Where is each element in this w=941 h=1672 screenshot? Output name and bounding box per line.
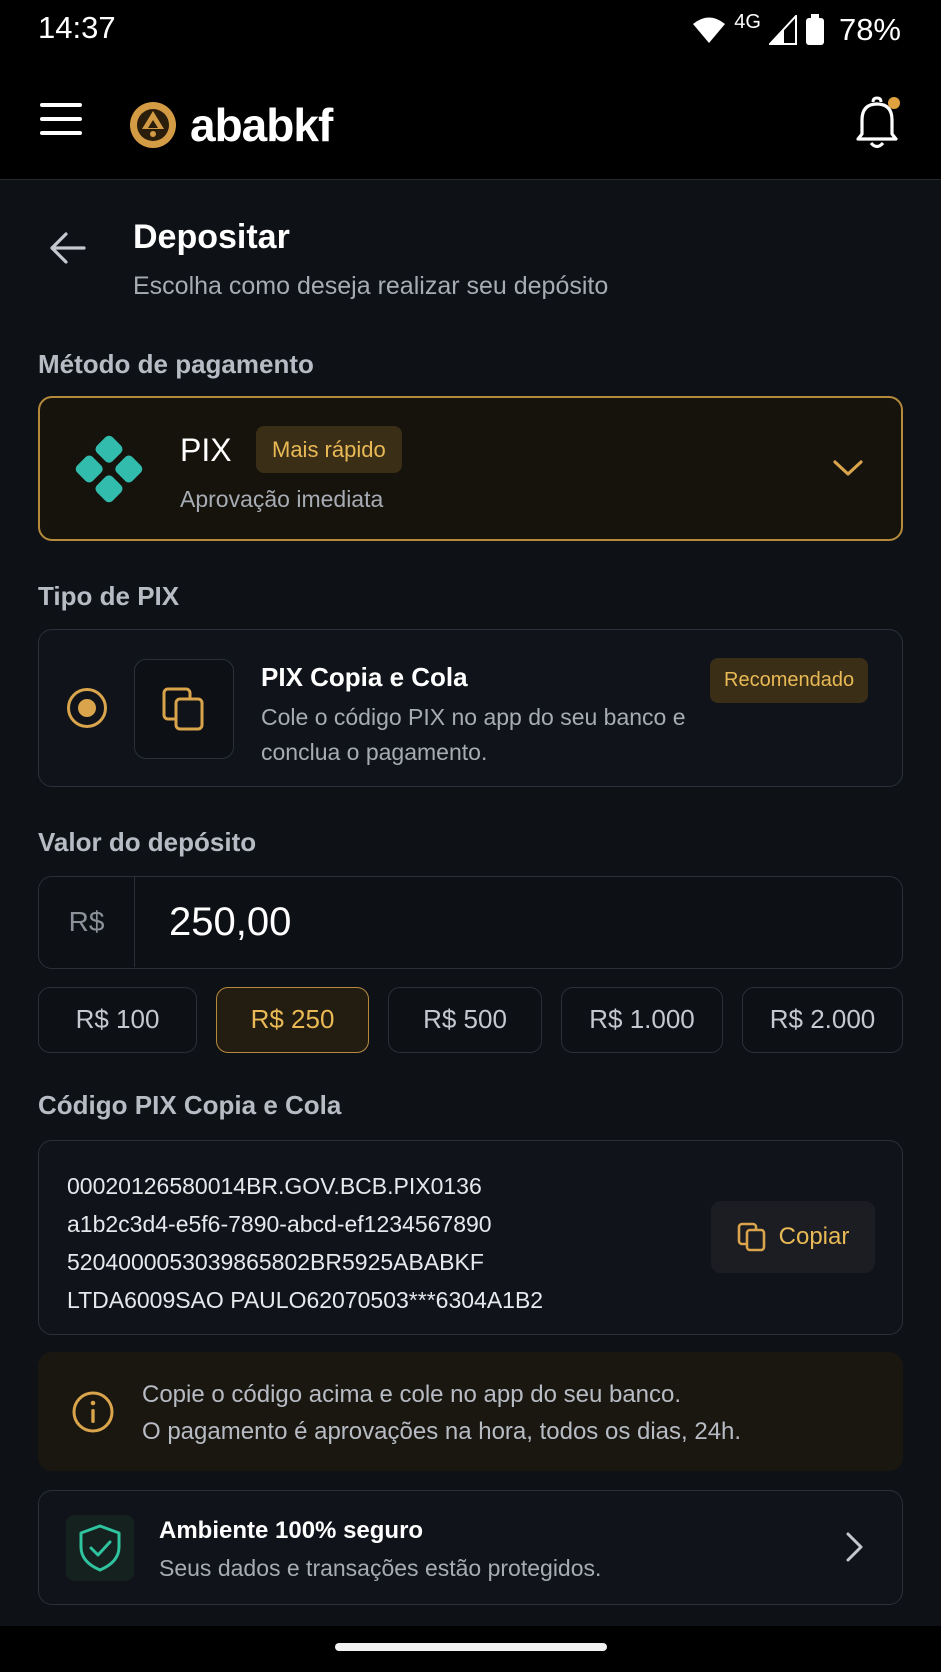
security-title: Ambiente 100% seguro: [159, 1517, 424, 1544]
amount-input[interactable]: 250,00: [169, 877, 291, 967]
shield-check-icon: [79, 1524, 121, 1572]
pix-code-box: 00020126580014BR.GOV.BCB.PIX0136 a1b2c3d4…: [38, 1140, 903, 1335]
app-logo[interactable]: ababkf: [128, 98, 333, 152]
quick-amount-1000[interactable]: R$ 1.000: [561, 987, 723, 1053]
status-bar: 14:37 4G 78%: [0, 0, 941, 62]
back-arrow-icon: [50, 232, 86, 264]
pix-type-radio[interactable]: [67, 688, 107, 728]
payment-method-select[interactable]: PIX Mais rápido Aprovação imediata: [38, 396, 903, 541]
method-description: Aprovação imediata: [180, 486, 384, 512]
logo-icon: [130, 102, 176, 148]
status-icons: 4G 78%: [692, 10, 901, 48]
payment-method-label: Método de pagamento: [38, 349, 314, 379]
copy-paste-icon-box: [134, 659, 234, 759]
pix-type-title: PIX Copia e Cola: [261, 662, 468, 692]
recommended-badge: Recomendado: [710, 658, 869, 703]
copy-button[interactable]: Copiar: [711, 1201, 875, 1273]
pix-icon: [75, 435, 143, 503]
pix-type-description: Cole o código PIX no app do seu banco e …: [261, 704, 686, 765]
home-indicator[interactable]: [335, 1643, 607, 1651]
copy-icon: [737, 1222, 765, 1252]
pix-code-label: Código PIX Copia e Cola: [38, 1090, 342, 1120]
pix-type-option[interactable]: PIX Copia e Cola Cole o código PIX no ap…: [38, 629, 903, 787]
currency-prefix: R$: [39, 877, 135, 967]
chevron-right-icon: [846, 1532, 863, 1562]
menu-icon: [40, 103, 82, 107]
deposit-screen: 14:37 4G 78% ababkf Depositar Escolha co…: [0, 0, 941, 1672]
chevron-down-icon: [833, 460, 863, 476]
security-card[interactable]: Ambiente 100% seguro Seus dados e transa…: [38, 1490, 903, 1605]
quick-amount-500[interactable]: R$ 500: [388, 987, 542, 1053]
app-header: ababkf: [0, 62, 941, 180]
app-name: ababkf: [190, 99, 333, 151]
fastest-badge: Mais rápido: [256, 426, 402, 473]
bell-icon: [856, 96, 900, 149]
page-subtitle: Escolha como deseja realizar seu depósit…: [133, 272, 609, 300]
wifi-icon: [693, 17, 726, 43]
amount-field[interactable]: R$ 250,00: [38, 876, 903, 969]
back-button[interactable]: [46, 226, 90, 270]
signal-icon: [768, 15, 797, 45]
battery-icon: [805, 14, 824, 45]
pix-code-text[interactable]: 00020126580014BR.GOV.BCB.PIX0136 a1b2c3d4…: [67, 1167, 543, 1319]
info-notice: Copie o código acima e cole no app do se…: [38, 1352, 903, 1471]
info-text: Copie o código acima e cole no app do se…: [142, 1381, 742, 1445]
quick-amount-250[interactable]: R$ 250: [216, 987, 369, 1053]
info-icon: [72, 1391, 114, 1433]
page-title: Depositar: [133, 218, 290, 256]
network-type: 4G: [734, 10, 761, 33]
battery-level: 78%: [838, 12, 901, 47]
amount-label: Valor do depósito: [38, 827, 257, 857]
system-nav-bar: [0, 1626, 941, 1672]
copy-button-label: Copiar: [778, 1223, 850, 1250]
security-subtitle: Seus dados e transações estão protegidos…: [159, 1555, 602, 1581]
method-name: PIX: [180, 432, 232, 468]
copy-icon: [162, 687, 204, 731]
menu-button[interactable]: [40, 103, 82, 137]
pix-type-label: Tipo de PIX: [38, 581, 180, 611]
quick-amount-100[interactable]: R$ 100: [38, 987, 197, 1053]
notifications-button[interactable]: [852, 96, 902, 150]
shield-icon-box: [66, 1515, 134, 1581]
quick-amount-2000[interactable]: R$ 2.000: [742, 987, 903, 1053]
status-time: 14:37: [38, 10, 116, 45]
